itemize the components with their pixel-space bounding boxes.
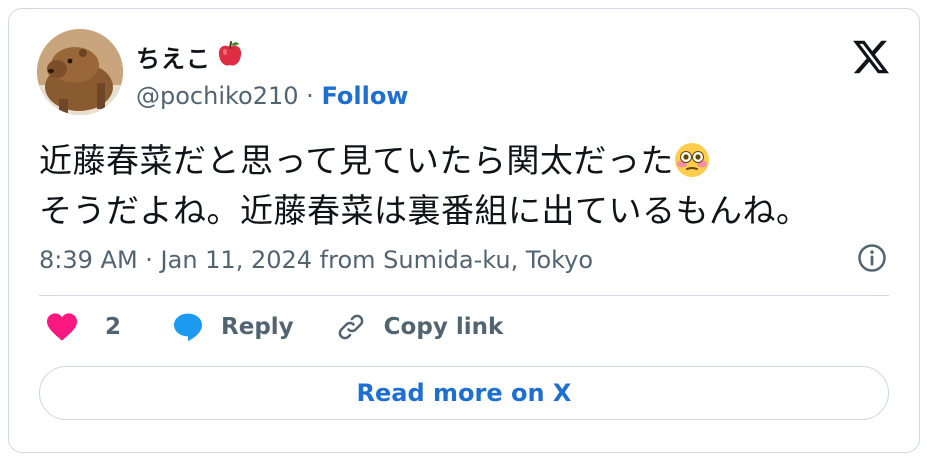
tweet-line-1: 近藤春菜だと思って見ていたら関太だった bbox=[39, 139, 899, 189]
author-name[interactable]: ちえこ bbox=[136, 39, 243, 74]
copy-link-button[interactable]: Copy link bbox=[336, 312, 504, 342]
display-name: ちえこ bbox=[136, 45, 211, 73]
flushed-face-emoji-icon bbox=[674, 142, 710, 189]
like-count: 2 bbox=[105, 314, 122, 340]
action-bar: 2 Reply Copy link bbox=[45, 311, 503, 343]
follow-button[interactable]: Follow bbox=[321, 82, 408, 110]
speech-bubble-icon bbox=[174, 313, 203, 341]
tweet-embed-card: ちえこ @pochiko210 · Follow 近藤春菜だと思って見ていたら関… bbox=[8, 8, 920, 453]
avatar[interactable] bbox=[37, 29, 123, 115]
read-more-button[interactable]: Read more on X bbox=[39, 366, 889, 420]
reply-button[interactable]: Reply bbox=[171, 311, 294, 343]
link-icon bbox=[338, 314, 363, 340]
reply-label: Reply bbox=[221, 314, 294, 340]
copy-link-label: Copy link bbox=[383, 314, 504, 340]
tweet-line-1-text: 近藤春菜だと思って見ていたら関太だった bbox=[39, 141, 674, 180]
x-logo-icon[interactable] bbox=[851, 37, 891, 77]
author-handle[interactable]: @pochiko210 bbox=[136, 82, 299, 110]
red-apple-icon bbox=[217, 40, 243, 74]
tweet-line-2: そうだよね。近藤春菜は裏番組に出ているもんね。 bbox=[39, 191, 810, 230]
capybara-avatar-image bbox=[37, 29, 123, 115]
info-icon[interactable] bbox=[857, 243, 887, 273]
divider bbox=[39, 295, 889, 296]
tweet-text: 近藤春菜だと思って見ていたら関太だった そうだよね。近藤春菜は裏番組に出ているも… bbox=[39, 139, 899, 233]
tweet-timestamp[interactable]: 8:39 AM · Jan 11, 2024 from Sumida-ku, T… bbox=[39, 246, 593, 274]
author-handle-row: @pochiko210 · Follow bbox=[136, 82, 408, 110]
separator-dot: · bbox=[306, 82, 314, 110]
like-button[interactable]: 2 bbox=[45, 312, 121, 342]
heart-icon bbox=[47, 313, 77, 341]
